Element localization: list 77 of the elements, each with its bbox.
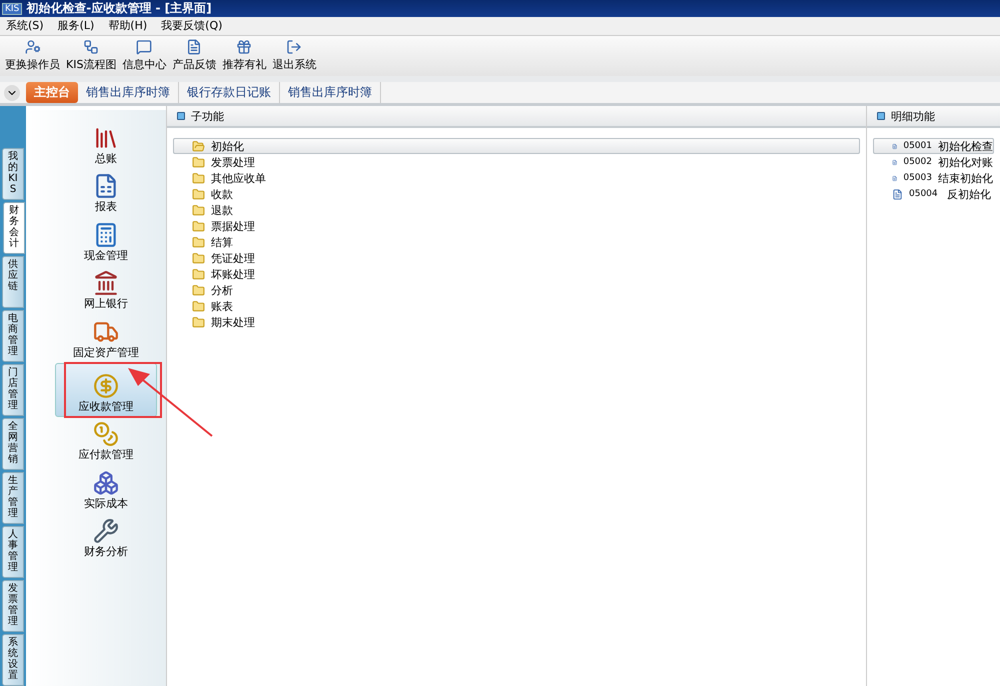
side-tab[interactable]: 人事管理 [2, 526, 24, 578]
side-tab[interactable]: 生产管理 [2, 472, 24, 524]
folder-icon [192, 188, 205, 200]
square-icon [877, 112, 885, 120]
folder-icon [192, 204, 205, 216]
module-item[interactable]: 报表 [55, 168, 157, 217]
tab[interactable]: 银行存款日记账 [179, 82, 280, 103]
users-icon [24, 39, 40, 56]
logout-icon [286, 39, 302, 56]
coins-icon [93, 421, 119, 447]
menu-item[interactable]: 我要反馈(Q) [161, 18, 222, 34]
document-icon [892, 188, 903, 200]
folder-icon [192, 172, 205, 184]
folder-icon [192, 300, 205, 312]
side-tab[interactable]: 全网营销 [2, 418, 24, 470]
panel-title: 子功能 [191, 108, 224, 124]
function-item[interactable]: 05002 初始化对账 [873, 154, 994, 170]
toolbar-button[interactable]: 信息中心 [121, 39, 168, 72]
module-item[interactable]: 总账 [55, 120, 157, 168]
app-logo: KIS [2, 2, 22, 14]
chat-icon [136, 39, 152, 56]
folder-item[interactable]: 其他应收单 [173, 170, 860, 186]
side-tab[interactable]: 我的KIS [2, 148, 24, 200]
folder-icon [192, 156, 205, 168]
module-item[interactable]: 实际成本 [55, 465, 157, 514]
side-tab[interactable]: 系统设置 [2, 634, 24, 686]
folder-item[interactable]: 票据处理 [173, 218, 860, 234]
function-item[interactable]: 05003 结束初始化 [873, 170, 994, 186]
side-tab[interactable]: 电商管理 [2, 310, 24, 362]
folder-item[interactable]: 结算 [173, 234, 860, 250]
dropdown-button[interactable] [4, 84, 20, 100]
panel-title: 明细功能 [891, 108, 935, 124]
folder-item[interactable]: 退款 [173, 202, 860, 218]
flowchart-icon [83, 39, 100, 56]
window-title: 初始化检查-应收款管理 - [主界面] [26, 0, 212, 17]
function-item[interactable]: 05001 初始化检查 [873, 138, 994, 154]
function-item[interactable]: 05004 反初始化 [873, 186, 994, 202]
menu-item[interactable]: 服务(L) [58, 18, 94, 34]
module-item[interactable]: 网上银行 [55, 266, 157, 314]
toolbar-button[interactable]: 推荐有礼 [221, 39, 268, 72]
folder-icon [192, 220, 205, 232]
boxes-icon [93, 470, 119, 496]
module-item[interactable]: 财务分析 [55, 514, 157, 562]
toolbar-button[interactable]: 产品反馈 [171, 39, 218, 72]
folder-icon [192, 316, 205, 328]
folder-item[interactable]: 凭证处理 [173, 250, 860, 266]
folder-icon [192, 140, 205, 152]
tab[interactable]: 销售出库序时簿 [280, 82, 381, 103]
folder-item[interactable]: 收款 [173, 186, 860, 202]
folder-item[interactable]: 坏账处理 [173, 266, 860, 282]
menu-item[interactable]: 帮助(H) [108, 18, 148, 34]
folder-icon [192, 268, 205, 280]
tab[interactable]: 销售出库序时簿 [78, 82, 179, 103]
side-tab[interactable]: 财务会计 [3, 202, 25, 254]
folder-icon [192, 236, 205, 248]
folder-item[interactable]: 期末处理 [173, 314, 860, 330]
module-item[interactable]: 现金管理 [55, 217, 157, 266]
toolbar-button[interactable]: 更换操作员 [4, 39, 61, 72]
module-item[interactable]: 应付款管理 [55, 416, 157, 465]
module-item[interactable]: 固定资产管理 [55, 314, 157, 362]
document-icon [186, 39, 202, 56]
square-icon [177, 112, 185, 120]
side-tab[interactable]: 供应链 [2, 256, 24, 308]
toolbar-button[interactable]: KIS流程图 [65, 39, 118, 72]
gift-icon [236, 39, 252, 56]
folder-item[interactable]: 初始化 [173, 138, 860, 154]
wrench-icon [93, 518, 119, 544]
folder-item[interactable]: 发票处理 [173, 154, 860, 170]
toolbar-button[interactable]: 退出系统 [271, 39, 318, 72]
folder-item[interactable]: 账表 [173, 298, 860, 314]
bank-icon [93, 270, 119, 296]
folder-icon [192, 284, 205, 296]
folder-item[interactable]: 分析 [173, 282, 860, 298]
side-tab[interactable]: 发票管理 [2, 580, 24, 632]
menu-item[interactable]: 系统(S) [6, 18, 44, 34]
dollar-icon [93, 372, 119, 398]
folder-icon [192, 252, 205, 264]
